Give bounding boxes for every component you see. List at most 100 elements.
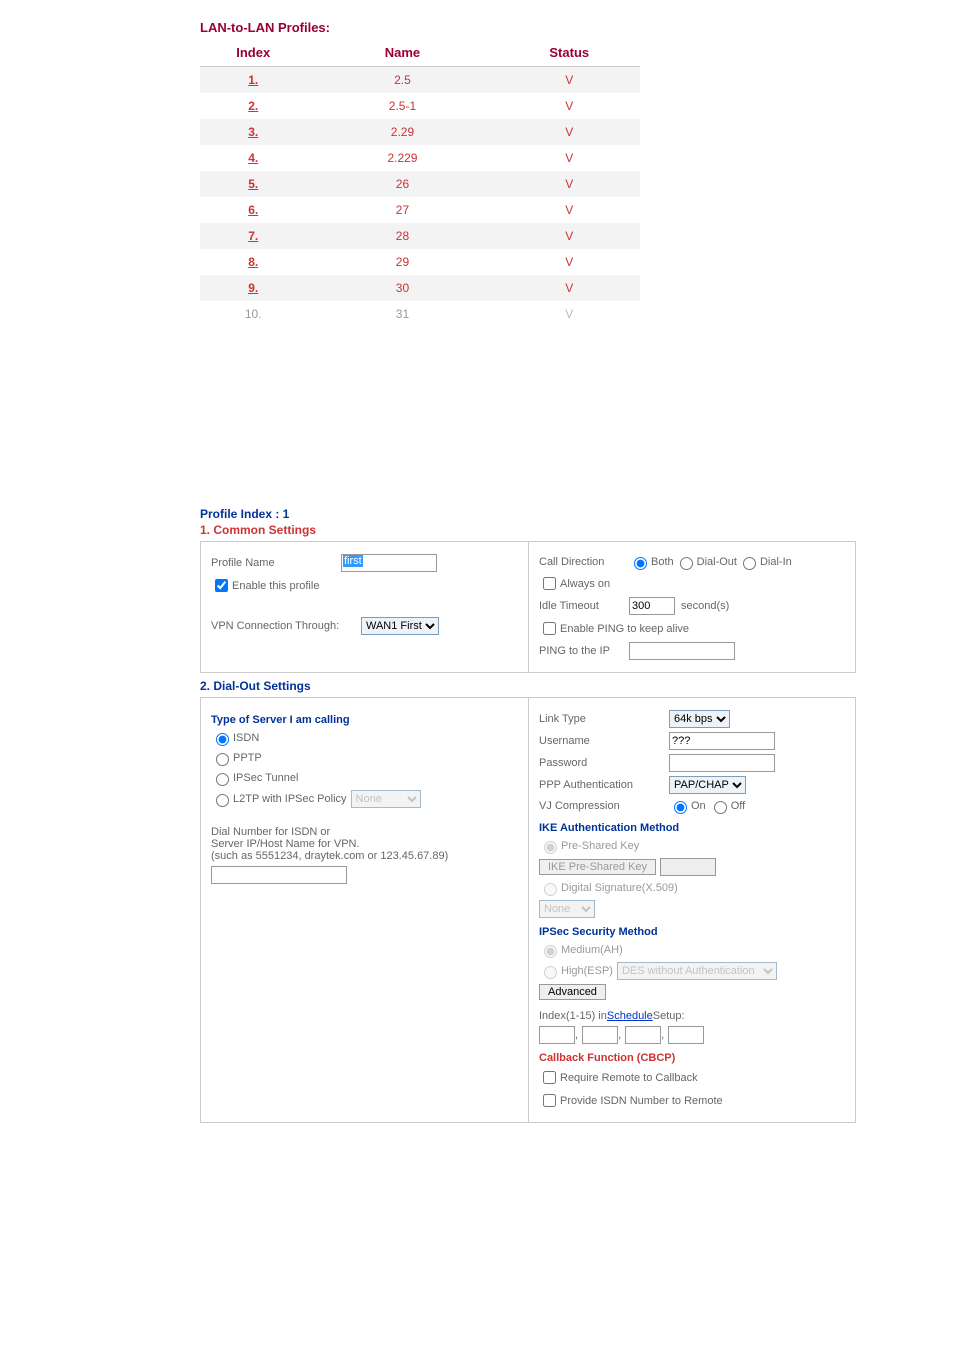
col-name: Name	[306, 39, 498, 67]
digsig-label: Digital Signature(X.509)	[561, 882, 678, 894]
enable-profile-checkbox[interactable]	[215, 579, 228, 592]
high-select: DES without Authentication	[617, 962, 777, 980]
server-isdn-radio[interactable]	[216, 733, 229, 746]
profile-index-label: Profile Index : 1	[200, 507, 754, 521]
digsig-radio	[544, 883, 557, 896]
profile-link[interactable]: 6.	[248, 203, 258, 217]
profile-name: 2.229	[306, 145, 498, 171]
table-row: 1. 2.5V	[200, 67, 640, 94]
psk-radio	[544, 841, 557, 854]
table-row: 7. 28V	[200, 223, 640, 249]
dialout-settings-header: 2. Dial-Out Settings	[200, 679, 754, 693]
dial-number-input[interactable]	[211, 866, 347, 884]
table-row: 3.2.29V	[200, 119, 640, 145]
server-ipsec-label: IPSec Tunnel	[233, 772, 298, 784]
table-row: 10.31V	[200, 301, 640, 327]
col-status: Status	[499, 39, 640, 67]
ppp-auth-select[interactable]: PAP/CHAP	[669, 776, 746, 794]
profile-link[interactable]: 4.	[248, 151, 258, 165]
profile-link[interactable]: 5.	[248, 177, 258, 191]
dial-number-label: Dial Number for ISDN or Server IP/Host N…	[211, 826, 518, 862]
always-on-checkbox[interactable]	[543, 577, 556, 590]
profile-name: 29	[306, 249, 498, 275]
call-dir-in-radio[interactable]	[743, 557, 756, 570]
cbcp-require-checkbox[interactable]	[543, 1071, 556, 1084]
ping-ip-label: PING to the IP	[539, 645, 629, 657]
cbcp-header: Callback Function (CBCP)	[539, 1052, 845, 1064]
schedule-input-2[interactable]	[582, 1026, 618, 1044]
server-pptp-radio[interactable]	[216, 753, 229, 766]
username-label: Username	[539, 735, 669, 747]
call-dir-in-label: Dial-In	[760, 556, 792, 568]
link-type-select[interactable]: 64k bps	[669, 710, 730, 728]
server-isdn-label: ISDN	[233, 732, 259, 744]
schedule-link[interactable]: Schedule	[607, 1010, 653, 1022]
profile-link[interactable]: 3.	[248, 125, 258, 139]
profile-status: V	[499, 223, 640, 249]
server-l2tp-label: L2TP with IPSec Policy	[233, 793, 347, 805]
common-settings-header: 1. Common Settings	[200, 523, 754, 537]
ppp-auth-label: PPP Authentication	[539, 779, 669, 791]
profile-name: 2.5-1	[306, 93, 498, 119]
profile-status: V	[499, 171, 640, 197]
idle-timeout-input[interactable]	[629, 597, 675, 615]
profile-name: 2.5	[306, 67, 498, 94]
schedule-suffix: Setup:	[653, 1010, 685, 1022]
profile-status: V	[499, 145, 640, 171]
call-dir-out-radio[interactable]	[680, 557, 693, 570]
profile-status: V	[499, 119, 640, 145]
profile-link[interactable]: 7.	[248, 229, 258, 243]
link-type-label: Link Type	[539, 713, 669, 725]
ike-psk-input	[660, 858, 716, 876]
password-label: Password	[539, 757, 669, 769]
table-row: 5. 26V	[200, 171, 640, 197]
vj-off-radio[interactable]	[714, 801, 727, 814]
ping-ip-input[interactable]	[629, 642, 735, 660]
cbcp-provide-label: Provide ISDN Number to Remote	[560, 1095, 723, 1107]
schedule-input-3[interactable]	[625, 1026, 661, 1044]
schedule-input-4[interactable]	[668, 1026, 704, 1044]
profile-status: V	[499, 275, 640, 301]
server-type-header: Type of Server I am calling	[211, 714, 518, 726]
profile-status: V	[499, 67, 640, 94]
high-radio	[544, 966, 557, 979]
vpn-conn-through-select[interactable]: WAN1 First	[361, 617, 439, 635]
vj-off-label: Off	[731, 800, 745, 812]
dialout-settings-panel: Type of Server I am calling ISDN PPTP IP…	[200, 697, 856, 1123]
profile-link[interactable]: 9.	[248, 281, 258, 295]
profiles-table: Index Name Status 1.2.5V2.2.5-1V3.2.29V4…	[200, 39, 640, 327]
password-input[interactable]	[669, 754, 775, 772]
call-dir-both-radio[interactable]	[634, 557, 647, 570]
medium-label: Medium(AH)	[561, 944, 623, 956]
call-dir-out-label: Dial-Out	[697, 556, 737, 568]
profile-status: V	[499, 301, 640, 327]
cbcp-provide-checkbox[interactable]	[543, 1094, 556, 1107]
table-row: 9. 30V	[200, 275, 640, 301]
profile-name: 27	[306, 197, 498, 223]
profile-link[interactable]: 2.	[248, 99, 258, 113]
col-index: Index	[200, 39, 306, 67]
profile-name: 28	[306, 223, 498, 249]
profile-name: 30	[306, 275, 498, 301]
always-on-label: Always on	[560, 578, 610, 590]
l2tp-policy-select: None	[351, 790, 421, 808]
psk-label: Pre-Shared Key	[561, 840, 639, 852]
enable-ping-checkbox[interactable]	[543, 622, 556, 635]
schedule-input-1[interactable]	[539, 1026, 575, 1044]
profile-name-value: first	[343, 555, 363, 567]
profile-status: V	[499, 197, 640, 223]
vj-label: VJ Compression	[539, 800, 669, 812]
profiles-title: LAN-to-LAN Profiles:	[200, 20, 754, 35]
server-l2tp-radio[interactable]	[216, 794, 229, 807]
profile-name: 26	[306, 171, 498, 197]
profile-name-label: Profile Name	[211, 557, 341, 569]
table-row: 4. 2.229V	[200, 145, 640, 171]
profile-link[interactable]: 8.	[248, 255, 258, 269]
server-ipsec-radio[interactable]	[216, 773, 229, 786]
username-input[interactable]	[669, 732, 775, 750]
profile-link[interactable]: 1.	[248, 73, 258, 87]
vj-on-radio[interactable]	[674, 801, 687, 814]
vj-on-label: On	[691, 800, 706, 812]
advanced-button[interactable]: Advanced	[539, 984, 606, 1000]
profile-status: V	[499, 249, 640, 275]
